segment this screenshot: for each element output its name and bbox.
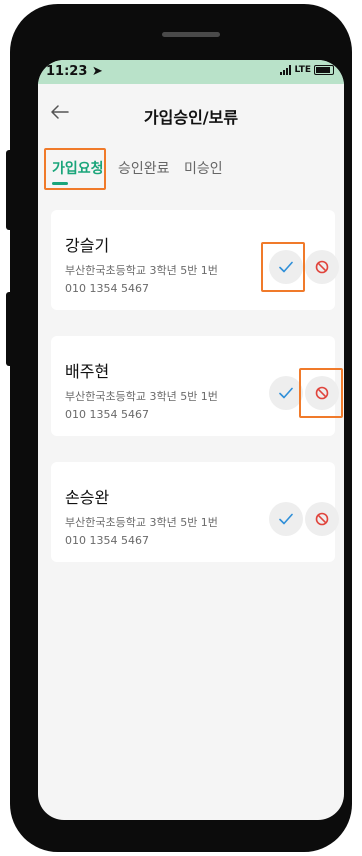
- request-name: 강슬기: [65, 236, 110, 255]
- reject-button[interactable]: [305, 502, 339, 536]
- highlight-box-approve: [261, 242, 305, 292]
- page-title: 가입승인/보류: [143, 108, 239, 127]
- reject-button[interactable]: [305, 250, 339, 284]
- request-card: 배주현 부산한국초등학교 3학년 5반 1번 010 1354 5467: [51, 336, 343, 436]
- request-school-info: 부산한국초등학교 3학년 5반 1번: [65, 264, 218, 277]
- request-phone: 010 1354 5467: [65, 282, 149, 295]
- signal-icon: [280, 65, 292, 75]
- nav-header: 가입승인/보류: [38, 84, 344, 144]
- block-icon: [315, 260, 329, 274]
- request-card: 강슬기 부산한국초등학교 3학년 5반 1번 010 1354 5467: [51, 210, 339, 310]
- tab-approved[interactable]: 승인완료: [118, 158, 170, 178]
- battery-icon: [314, 65, 334, 75]
- highlight-box-reject: [299, 368, 343, 418]
- highlight-box-tab: [44, 148, 106, 190]
- approve-button[interactable]: [269, 502, 303, 536]
- side-button: [6, 292, 14, 366]
- request-name: 손승완: [65, 488, 110, 507]
- network-label: LTE: [294, 65, 311, 75]
- check-icon: [279, 387, 293, 399]
- phone-frame: 11:23 ➤ LTE 가입승인/보류 가입요청 승인완료 미승인 강슬기 부산…: [10, 4, 352, 852]
- request-card: 손승완 부산한국초등학교 3학년 5반 1번 010 1354 5467: [51, 462, 339, 562]
- approve-button[interactable]: [269, 376, 303, 410]
- status-bar: 11:23 ➤ LTE: [38, 60, 344, 84]
- tab-not-approved[interactable]: 미승인: [184, 158, 223, 178]
- status-right: LTE: [280, 65, 334, 75]
- request-school-info: 부산한국초등학교 3학년 5반 1번: [65, 390, 218, 403]
- request-phone: 010 1354 5467: [65, 534, 149, 547]
- block-icon: [315, 512, 329, 526]
- status-time: 11:23 ➤: [46, 64, 103, 79]
- tab-bar: 가입요청 승인완료 미승인: [38, 148, 344, 192]
- speaker-grille: [162, 32, 220, 37]
- check-icon: [279, 513, 293, 525]
- request-name: 배주현: [65, 362, 110, 381]
- request-phone: 010 1354 5467: [65, 408, 149, 421]
- app-screen: 11:23 ➤ LTE 가입승인/보류 가입요청 승인완료 미승인 강슬기 부산…: [38, 60, 344, 820]
- request-school-info: 부산한국초등학교 3학년 5반 1번: [65, 516, 218, 529]
- volume-button: [6, 150, 14, 230]
